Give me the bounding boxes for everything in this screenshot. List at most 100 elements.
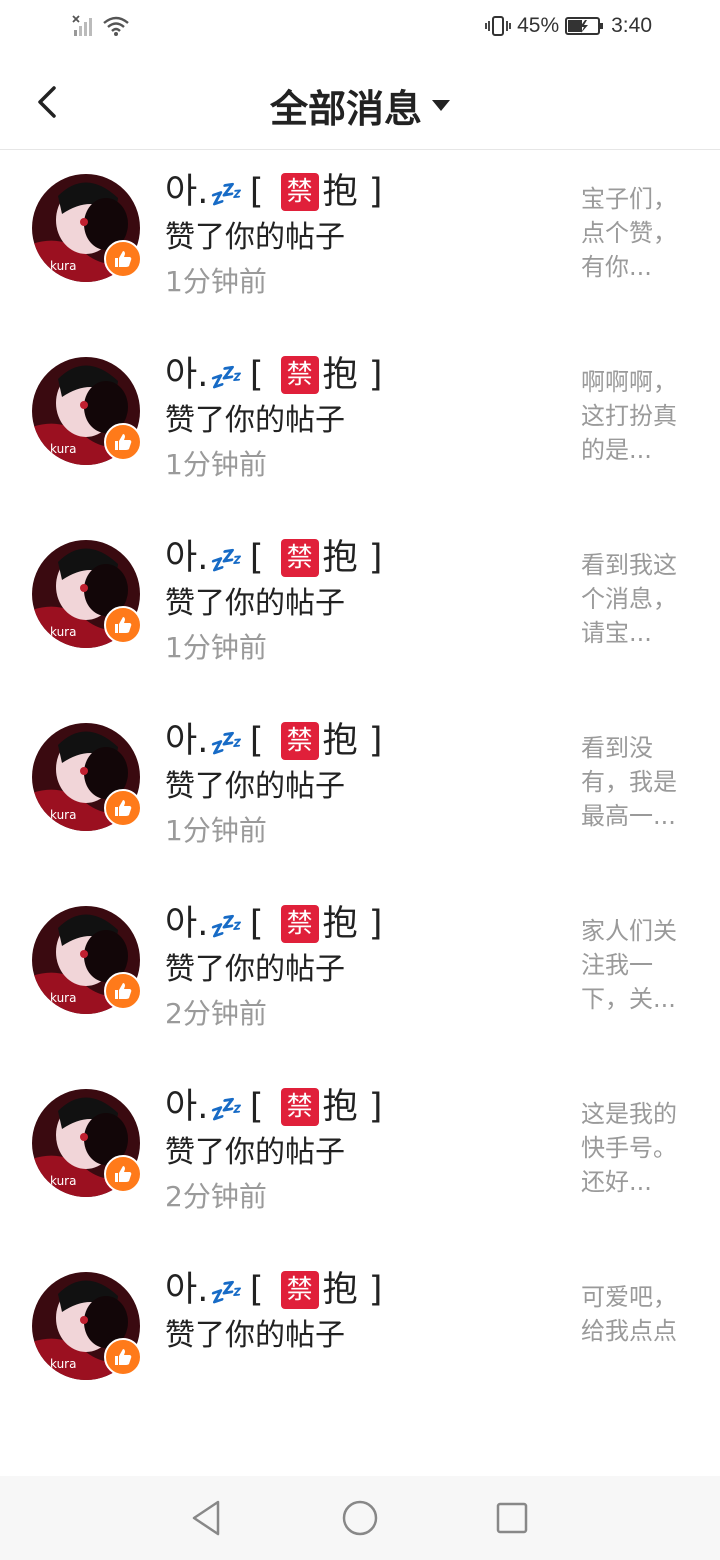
caret-down-icon [432,100,450,111]
user-name-text: 아. [165,904,209,944]
list-item[interactable]: kura 아.💤 [ 禁抱 ] 赞了你的帖子 可爱吧，给我点点 [0,1248,720,1431]
like-badge [104,423,142,461]
bracket-open: [ [238,1087,275,1127]
timestamp: 1分钟前 [165,631,267,664]
square-recents-icon [496,1502,528,1534]
svg-text:kura: kura [50,625,76,639]
bracket-open: [ [238,721,275,761]
ban-tag: 禁 [280,905,319,943]
bracket-open: [ [238,538,275,578]
user-name-text: 아. [165,172,209,212]
timestamp: 1分钟前 [165,448,267,481]
svg-text:kura: kura [50,442,76,456]
zzz-emoji: 💤 [208,1278,240,1308]
timestamp: 1分钟前 [165,814,267,847]
post-preview[interactable]: 家人们关注我一下，关... [581,914,689,1016]
bracket-open: [ [238,355,275,395]
user-name[interactable]: 아.💤 [ 禁抱 ] [165,163,382,214]
thumbs-up-icon [115,1349,132,1365]
user-name-tail: 抱 ] [322,1270,383,1310]
user-name-tail: 抱 ] [322,355,383,395]
timestamp: 2分钟前 [165,1180,267,1213]
svg-text:kura: kura [50,259,76,273]
nav-recents-button[interactable] [492,1498,532,1538]
svg-text:kura: kura [50,991,76,1005]
zzz-emoji: 💤 [208,363,240,393]
user-name-tail: 抱 ] [322,1087,383,1127]
wifi-icon [103,16,129,36]
message-list[interactable]: kura [ 赞了你的帖子1分钟前心人？关注我...kura아.💤 [ 禁抱 ]… [0,150,720,1475]
ban-tag: 禁 [280,539,319,577]
post-preview[interactable]: 啊啊啊，这打扮真的是... [581,365,689,467]
user-name[interactable]: 아.💤 [ 禁抱 ] [165,712,382,763]
action-text: 赞了你的帖子 [165,769,345,804]
status-right: 45% 3:40 [485,14,652,38]
circle-home-icon [342,1500,378,1536]
user-name-text: 아. [165,721,209,761]
ban-tag: 禁 [280,1088,319,1126]
zzz-emoji: 💤 [208,729,240,759]
no-signal-icon [72,15,92,36]
user-name-tail: 抱 ] [322,538,383,578]
list-item[interactable]: kura 아.💤 [ 禁抱 ] 赞了你的帖子 1分钟前 宝子们，点个赞，有你... [0,150,720,333]
svg-text:kura: kura [50,1357,76,1371]
ban-tag: 禁 [280,722,319,760]
status-left [72,14,130,38]
ban-tag: 禁 [280,356,319,394]
thumbs-up-icon [115,1166,132,1182]
post-preview[interactable]: 可爱吧，给我点点 [581,1280,689,1348]
svg-text:kura: kura [50,808,76,822]
user-name-text: 아. [165,1087,209,1127]
battery-charging-icon [565,17,604,35]
user-name-text: 아. [165,1270,209,1310]
post-preview[interactable]: 宝子们，点个赞，有你... [581,182,689,284]
list-item[interactable]: kura 아.💤 [ 禁抱 ] 赞了你的帖子 1分钟前 啊啊啊，这打扮真的是... [0,333,720,516]
page-title: 全部消息 [269,87,422,131]
ban-tag: 禁 [280,173,319,211]
action-text: 赞了你的帖子 [165,220,345,255]
like-badge [104,240,142,278]
list-item[interactable]: kura 아.💤 [ 禁抱 ] 赞了你的帖子 2分钟前 这是我的快手号。还好... [0,1065,720,1248]
like-badge [104,789,142,827]
like-badge [104,1338,142,1376]
post-preview[interactable]: 这是我的快手号。还好... [581,1097,689,1199]
user-name-tail: 抱 ] [322,172,383,212]
action-text: 赞了你的帖子 [165,952,345,987]
nav-home-button[interactable] [340,1498,380,1538]
user-name[interactable]: 아.💤 [ 禁抱 ] [165,1261,382,1312]
triangle-back-icon [192,1500,220,1536]
header: 全部消息 [0,56,720,150]
post-preview[interactable]: 看到没有，我是最高一... [581,731,689,833]
zzz-emoji: 💤 [208,546,240,576]
nav-back-button[interactable] [186,1498,226,1538]
action-text: 赞了你的帖子 [165,1318,345,1353]
list-item[interactable]: kura 아.💤 [ 禁抱 ] 赞了你的帖子 2分钟前 家人们关注我一下，关... [0,882,720,1065]
ban-tag: 禁 [280,1271,319,1309]
zzz-emoji: 💤 [208,1095,240,1125]
action-text: 赞了你的帖子 [165,1135,345,1170]
battery-percent: 45% [517,14,560,37]
thumbs-up-icon [115,434,132,450]
user-name[interactable]: 아.💤 [ 禁抱 ] [165,895,382,946]
user-name-text: 아. [165,538,209,578]
list-item[interactable]: kura 아.💤 [ 禁抱 ] 赞了你的帖子 1分钟前 看到没有，我是最高一... [0,699,720,882]
status-bar: 45% 3:40 [0,0,720,56]
user-name[interactable]: 아.💤 [ 禁抱 ] [165,346,382,397]
list-item[interactable]: kura 아.💤 [ 禁抱 ] 赞了你的帖子 1分钟前 看到我这个消息，请宝... [0,516,720,699]
clock: 3:40 [611,14,652,37]
user-name[interactable]: 아.💤 [ 禁抱 ] [165,529,382,580]
thumbs-up-icon [115,251,132,267]
user-name-tail: 抱 ] [322,721,383,761]
bracket-open: [ [238,1270,275,1310]
thumbs-up-icon [115,800,132,816]
svg-text:kura: kura [50,1174,76,1188]
title-dropdown[interactable]: 全部消息 [0,78,720,133]
user-name[interactable]: 아.💤 [ 禁抱 ] [165,1078,382,1129]
like-badge [104,606,142,644]
user-name-text: 아. [165,355,209,395]
action-text: 赞了你的帖子 [165,403,345,438]
like-badge [104,972,142,1010]
thumbs-up-icon [115,983,132,999]
post-preview[interactable]: 看到我这个消息，请宝... [581,548,689,650]
action-text: 赞了你的帖子 [165,586,345,621]
